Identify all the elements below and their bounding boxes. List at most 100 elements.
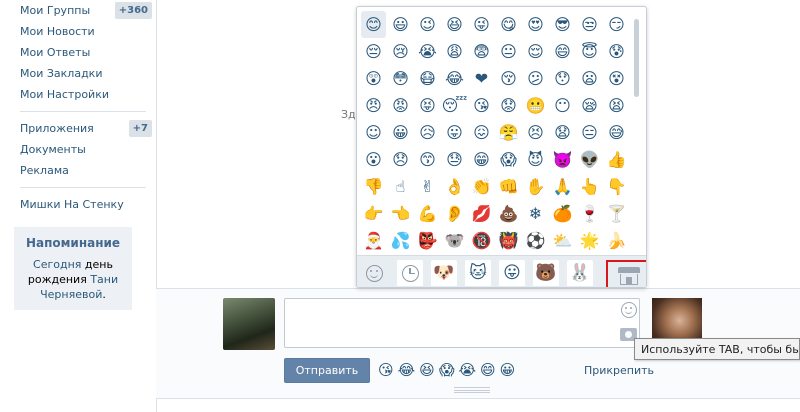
sidebar-item[interactable]: Мишки На Стенку: [14, 194, 152, 215]
emoji-cell[interactable]: 😰: [604, 38, 629, 65]
sidebar-item[interactable]: Мои Группы +360: [14, 0, 152, 21]
emoji-cell[interactable]: 😳: [388, 65, 413, 92]
emoji-cell[interactable]: 😁: [469, 146, 494, 173]
emoji-cell[interactable]: 😒: [577, 11, 602, 38]
quick-emoji[interactable]: 😄: [480, 360, 496, 380]
emoji-cell[interactable]: 😜: [469, 11, 494, 38]
tab-sticker-dog[interactable]: 🐶: [431, 260, 457, 286]
post-textarea[interactable]: [284, 298, 640, 348]
emoji-cell[interactable]: 😲: [361, 65, 386, 92]
emoji-cell[interactable]: 😄: [550, 38, 575, 65]
emoji-cell[interactable]: ⛅: [550, 227, 575, 254]
emoji-cell[interactable]: 😂: [442, 65, 467, 92]
my-avatar[interactable]: [223, 298, 275, 350]
reminder-name-link[interactable]: Тани: [90, 273, 118, 286]
emoji-cell[interactable]: 👈: [388, 200, 413, 227]
emoji-cell[interactable]: 😩: [442, 38, 467, 65]
tab-sticker-bunny[interactable]: 🐰: [567, 260, 593, 286]
sidebar-item[interactable]: Мои Настройки: [14, 84, 152, 105]
emoji-cell[interactable]: ✌: [415, 173, 440, 200]
emoji-cell[interactable]: 😑: [577, 119, 602, 146]
emoji-cell[interactable]: 😎: [550, 11, 575, 38]
emoji-cell[interactable]: 😕: [523, 65, 548, 92]
emoji-cell[interactable]: 💪: [415, 200, 440, 227]
emoji-cell[interactable]: 😓: [442, 146, 467, 173]
emoji-cell[interactable]: ⚽: [523, 227, 548, 254]
emoji-cell[interactable]: 👽: [577, 146, 602, 173]
emoji-cell[interactable]: 😵: [604, 65, 629, 92]
sidebar-item[interactable]: Мои Ответы: [14, 42, 152, 63]
quick-emoji[interactable]: 😭: [458, 360, 476, 380]
emoji-cell[interactable]: 👊: [496, 173, 521, 200]
emoji-cell[interactable]: 👆: [577, 173, 602, 200]
emoji-cell[interactable]: 😦: [577, 65, 602, 92]
emoji-cell[interactable]: 👌: [442, 173, 467, 200]
reminder-name-link[interactable]: Черняевой: [40, 288, 102, 301]
emoji-cell[interactable]: 🍷: [577, 200, 602, 227]
emoji-cell[interactable]: 🍌: [604, 227, 629, 254]
emoji-cell[interactable]: 😍: [523, 11, 548, 38]
emoji-cell[interactable]: ✋: [523, 173, 548, 200]
emoji-cell[interactable]: 😉: [415, 11, 440, 38]
quick-emoji[interactable]: 😘: [378, 360, 394, 380]
emoji-cell[interactable]: 😈: [523, 146, 548, 173]
emoji-cell[interactable]: 😊: [361, 11, 386, 38]
emoji-cell[interactable]: ☝: [388, 173, 413, 200]
emoji-cell[interactable]: 😶: [550, 92, 575, 119]
emoji-cell[interactable]: 😖: [469, 119, 494, 146]
quick-emoji[interactable]: 😱: [439, 360, 455, 380]
emoji-cell[interactable]: 👏: [469, 173, 494, 200]
emoji-cell[interactable]: 😟: [496, 92, 521, 119]
emoji-cell[interactable]: 😆: [442, 11, 467, 38]
emoji-toggle-icon[interactable]: [621, 302, 637, 318]
emoji-cell[interactable]: 💩: [496, 200, 521, 227]
emoji-cell[interactable]: 😙: [415, 146, 440, 173]
emoji-cell[interactable]: 😪: [577, 92, 602, 119]
emoji-cell[interactable]: 😏: [604, 11, 629, 38]
emoji-cell[interactable]: 😤: [496, 119, 521, 146]
sidebar-item[interactable]: Документы: [14, 139, 152, 160]
emoji-cell[interactable]: 😥: [415, 119, 440, 146]
emoji-cell[interactable]: 🔞: [469, 227, 494, 254]
sticker-store-button[interactable]: [606, 260, 646, 287]
quick-emoji[interactable]: 😆: [419, 360, 435, 380]
emoji-cell[interactable]: 🍊: [550, 200, 575, 227]
emoji-cell[interactable]: 👎: [361, 173, 386, 200]
emoji-cell[interactable]: 😚: [496, 65, 521, 92]
emoji-cell[interactable]: 😴: [442, 92, 468, 119]
emoji-cell[interactable]: 😧: [550, 119, 575, 146]
emoji-cell[interactable]: 👿: [550, 146, 575, 173]
emoji-cell[interactable]: 😃: [388, 11, 413, 38]
emoji-cell[interactable]: 👂: [442, 200, 467, 227]
emoji-cell[interactable]: 😘: [469, 92, 494, 119]
send-button[interactable]: Отправить: [284, 358, 370, 383]
emoji-cell[interactable]: 😅: [604, 119, 629, 146]
emoji-cell[interactable]: 😮: [361, 146, 386, 173]
emoji-cell[interactable]: 👍: [604, 146, 629, 173]
emoji-cell[interactable]: ❤: [469, 65, 494, 92]
quick-emoji[interactable]: 😂: [398, 360, 416, 380]
emoji-cell[interactable]: 😣: [523, 119, 548, 146]
emoji-cell[interactable]: 😝: [415, 92, 440, 119]
emoji-cell[interactable]: 😋: [496, 11, 521, 38]
emoji-cell[interactable]: 👉: [361, 200, 386, 227]
emoji-cell[interactable]: 😭: [415, 38, 440, 65]
emoji-cell[interactable]: 😫: [604, 92, 629, 119]
emoji-cell[interactable]: 😯: [550, 65, 575, 92]
attach-link[interactable]: Прикрепить: [584, 364, 654, 377]
sidebar-item[interactable]: Реклама: [14, 160, 152, 181]
emoji-cell[interactable]: 😀: [388, 119, 413, 146]
emoji-cell[interactable]: 😨: [469, 38, 494, 65]
emoji-cell[interactable]: 😔: [361, 38, 386, 65]
emoji-cell[interactable]: 😇: [577, 38, 602, 65]
emoji-cell[interactable]: ❄: [523, 200, 548, 227]
emoji-cell[interactable]: 👺: [415, 227, 440, 254]
emoji-cell[interactable]: 🐨: [442, 227, 467, 254]
emoji-cell[interactable]: 💋: [469, 200, 494, 227]
sidebar-item[interactable]: Мои Новости: [14, 21, 152, 42]
emoji-cell[interactable]: 😠: [361, 92, 386, 119]
sidebar-item[interactable]: Приложения +7: [14, 118, 152, 139]
tab-sticker-bear[interactable]: 🐻: [533, 260, 559, 286]
emoji-cell[interactable]: 💦: [388, 227, 413, 254]
sidebar-item[interactable]: Мои Закладки: [14, 63, 152, 84]
